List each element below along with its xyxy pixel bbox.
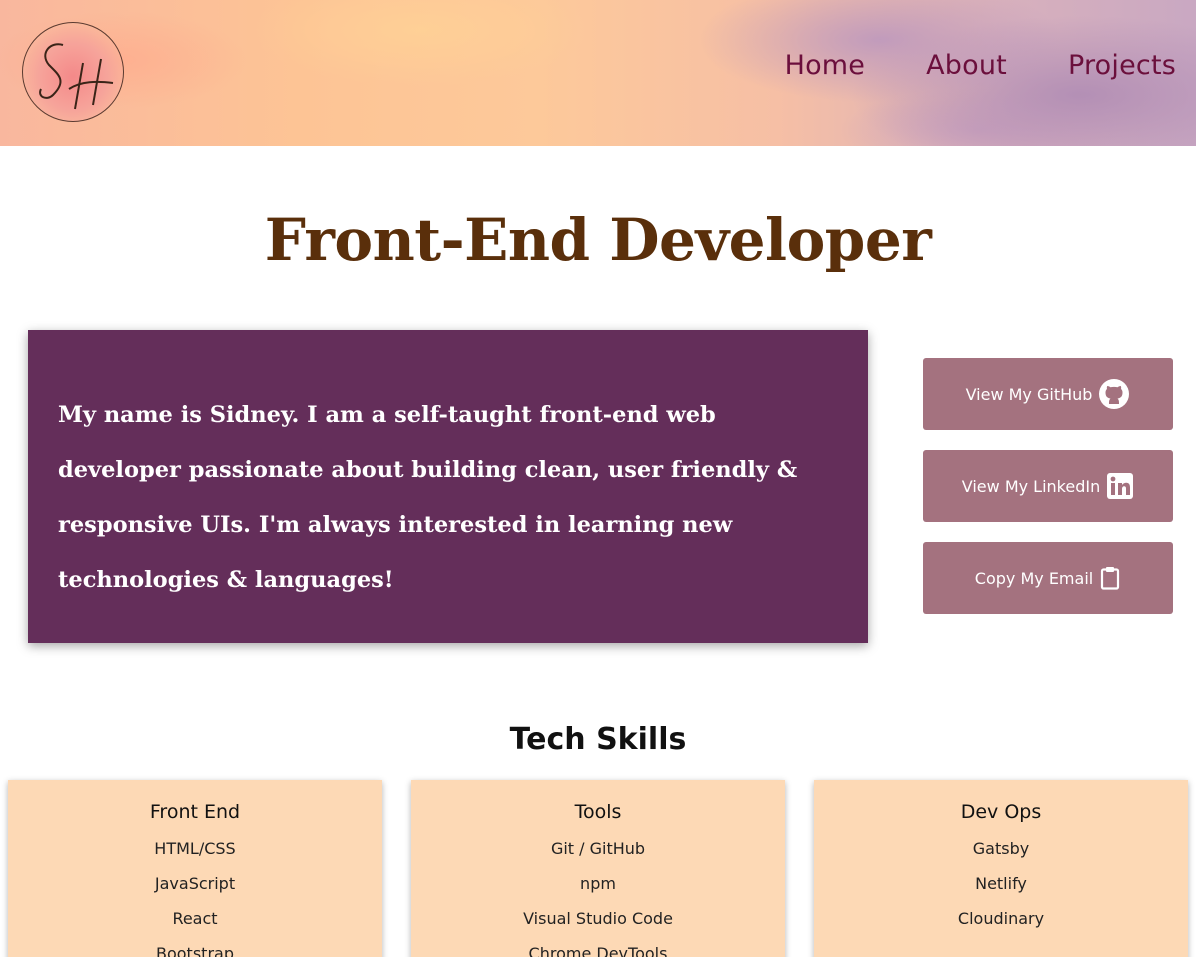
linkedin-icon — [1106, 472, 1134, 500]
nav-about[interactable]: About — [926, 50, 1007, 81]
skill-item: Chrome DevTools — [528, 944, 668, 957]
skill-item: JavaScript — [154, 874, 236, 893]
skill-card-front-end: Front End HTML/CSS JavaScript React Boot… — [8, 780, 382, 957]
nav-projects[interactable]: Projects — [1068, 50, 1176, 81]
skill-item: Gatsby — [972, 839, 1030, 858]
sh-logo[interactable] — [22, 22, 124, 122]
skill-item: Visual Studio Code — [523, 909, 673, 928]
github-icon — [1098, 378, 1130, 410]
page-title: Front-End Developer — [264, 206, 932, 274]
skill-card-dev-ops: Dev Ops Gatsby Netlify Cloudinary — [814, 780, 1188, 957]
skill-item: Cloudinary — [957, 909, 1045, 928]
github-button-label: View My GitHub — [965, 384, 1093, 404]
copy-email-button[interactable]: Copy My Email — [923, 542, 1173, 614]
sh-logo-mark — [39, 43, 114, 110]
bio-card: My name is Sidney. I am a self-taught fr… — [28, 330, 868, 643]
linkedin-button[interactable]: View My LinkedIn — [923, 450, 1173, 522]
skill-item: npm — [580, 874, 616, 893]
skills-heading: Tech Skills — [509, 722, 687, 757]
main-nav: Home About Projects — [785, 50, 1176, 81]
skill-item: React — [172, 909, 218, 928]
linkedin-button-label: View My LinkedIn — [961, 476, 1101, 496]
github-button[interactable]: View My GitHub — [923, 358, 1173, 430]
skill-card-tools: Tools Git / GitHub npm Visual Studio Cod… — [411, 780, 785, 957]
skill-card-title: Tools — [574, 801, 622, 823]
nav-home[interactable]: Home — [785, 50, 866, 81]
copy-email-button-label: Copy My Email — [974, 568, 1094, 588]
skill-item: Git / GitHub — [550, 839, 646, 858]
skill-card-title: Dev Ops — [960, 801, 1042, 823]
clipboard-icon — [1099, 566, 1121, 590]
bio-text: My name is Sidney. I am a self-taught fr… — [58, 402, 798, 593]
skill-item: Netlify — [975, 874, 1027, 893]
skill-item: Bootstrap — [156, 944, 234, 957]
header-banner: Home About Projects — [0, 0, 1196, 146]
skill-item: HTML/CSS — [154, 839, 236, 858]
skill-card-title: Front End — [149, 801, 241, 823]
